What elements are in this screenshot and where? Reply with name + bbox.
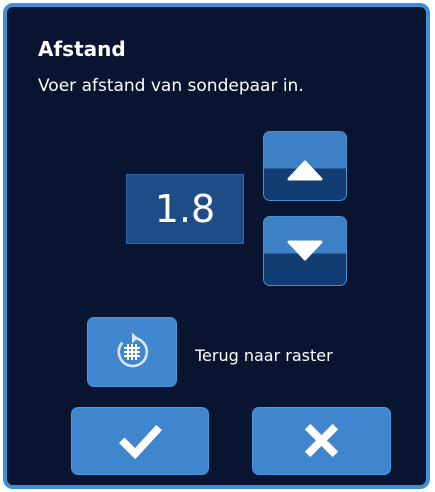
dialog-instruction: Voer afstand van sondepaar in. bbox=[38, 76, 304, 96]
triangle-up-icon bbox=[287, 160, 323, 181]
spacing-value-field[interactable]: 1.8 bbox=[126, 174, 244, 244]
reset-grid-icon bbox=[117, 332, 149, 368]
checkmark-icon bbox=[118, 424, 162, 460]
increase-spacing-button[interactable] bbox=[263, 131, 347, 201]
dialog-title: Afstand bbox=[38, 37, 126, 61]
confirm-button[interactable] bbox=[71, 407, 209, 475]
reset-to-grid-button[interactable] bbox=[87, 317, 177, 387]
decrease-spacing-button[interactable] bbox=[263, 216, 347, 286]
cancel-button[interactable] bbox=[252, 407, 391, 475]
reset-to-grid-label: Terug naar raster bbox=[195, 346, 333, 365]
probe-spacing-dialog: Afstand Voer afstand van sondepaar in. 1… bbox=[3, 3, 430, 489]
triangle-down-icon bbox=[287, 240, 323, 261]
close-icon bbox=[304, 423, 339, 458]
